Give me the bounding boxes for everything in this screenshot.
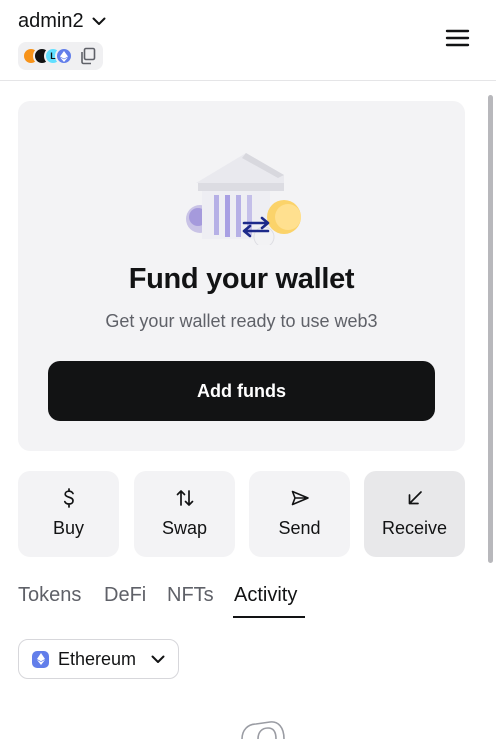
tab-activity[interactable]: Activity xyxy=(234,584,297,607)
network-filter-dropdown[interactable]: Ethereum xyxy=(18,639,179,679)
ethereum-icon xyxy=(32,650,49,668)
copy-icon[interactable] xyxy=(79,47,97,65)
dollar-icon xyxy=(59,488,79,508)
active-tab-indicator xyxy=(233,616,305,618)
fund-wallet-subtitle: Get your wallet ready to use web3 xyxy=(105,311,378,331)
fund-wallet-title: Fund your wallet xyxy=(128,263,355,295)
buy-label: Buy xyxy=(52,518,85,538)
swap-label: Swap xyxy=(161,518,208,538)
add-funds-button[interactable]: Add funds xyxy=(48,361,435,421)
send-label: Send xyxy=(278,518,321,538)
tab-tokens[interactable]: Tokens xyxy=(18,584,81,607)
send-arrow-icon xyxy=(290,488,310,508)
network-filter-label: Ethereum xyxy=(58,648,137,669)
fund-wallet-card: Fund your wallet Get your wallet ready t… xyxy=(18,101,465,451)
swap-arrows-icon xyxy=(175,488,195,508)
send-button[interactable]: Send xyxy=(249,471,350,557)
account-networks-pill[interactable]: L xyxy=(18,42,103,70)
app-header: admin2 L xyxy=(0,0,496,81)
account-picker[interactable]: admin2 xyxy=(18,9,106,33)
chevron-down-icon xyxy=(151,655,165,663)
network-ethereum-icon xyxy=(55,47,73,65)
hamburger-menu-icon[interactable] xyxy=(445,27,470,49)
bank-illustration-icon xyxy=(186,153,301,245)
buy-button[interactable]: Buy xyxy=(18,471,119,557)
empty-activity-illustration-icon xyxy=(241,721,285,739)
receive-label: Receive xyxy=(381,518,448,538)
tab-nfts[interactable]: NFTs xyxy=(167,584,214,607)
account-name: admin2 xyxy=(18,10,84,32)
tab-defi[interactable]: DeFi xyxy=(104,584,146,607)
scrollbar-thumb[interactable] xyxy=(488,95,493,563)
wallet-actions: Buy Swap Send Receive xyxy=(18,471,465,557)
receive-arrow-icon xyxy=(405,488,425,508)
chevron-down-icon xyxy=(92,17,106,25)
swap-button[interactable]: Swap xyxy=(134,471,235,557)
receive-button[interactable]: Receive xyxy=(364,471,465,557)
